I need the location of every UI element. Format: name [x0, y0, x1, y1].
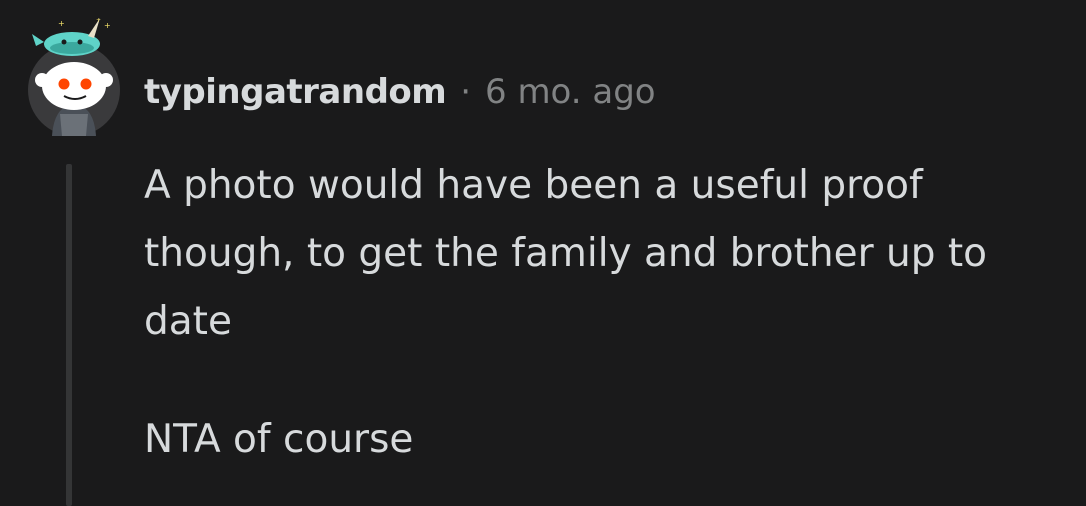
meta-separator: · [460, 72, 471, 112]
snoo-avatar-icon: + + + [28, 17, 120, 136]
comment-header: typingatrandom · 6 mo. ago [144, 68, 656, 116]
comment: + + + typingatrandom · 6 mo. ago A photo… [0, 0, 1086, 506]
thread-collapse-line[interactable] [66, 164, 72, 506]
narwhal-hat-icon: + + + [32, 17, 111, 56]
comment-paragraph: A photo would have been a useful proof t… [144, 163, 988, 344]
comment-paragraph: NTA of course [144, 417, 414, 462]
comment-body: A photo would have been a useful proof t… [144, 152, 1064, 474]
comment-timestamp[interactable]: 6 mo. ago [485, 72, 656, 112]
user-avatar[interactable]: + + + [24, 14, 124, 138]
svg-text:+: + [58, 19, 65, 28]
username-link[interactable]: typingatrandom [144, 72, 447, 112]
svg-text:+: + [96, 17, 101, 24]
svg-text:+: + [104, 21, 111, 30]
